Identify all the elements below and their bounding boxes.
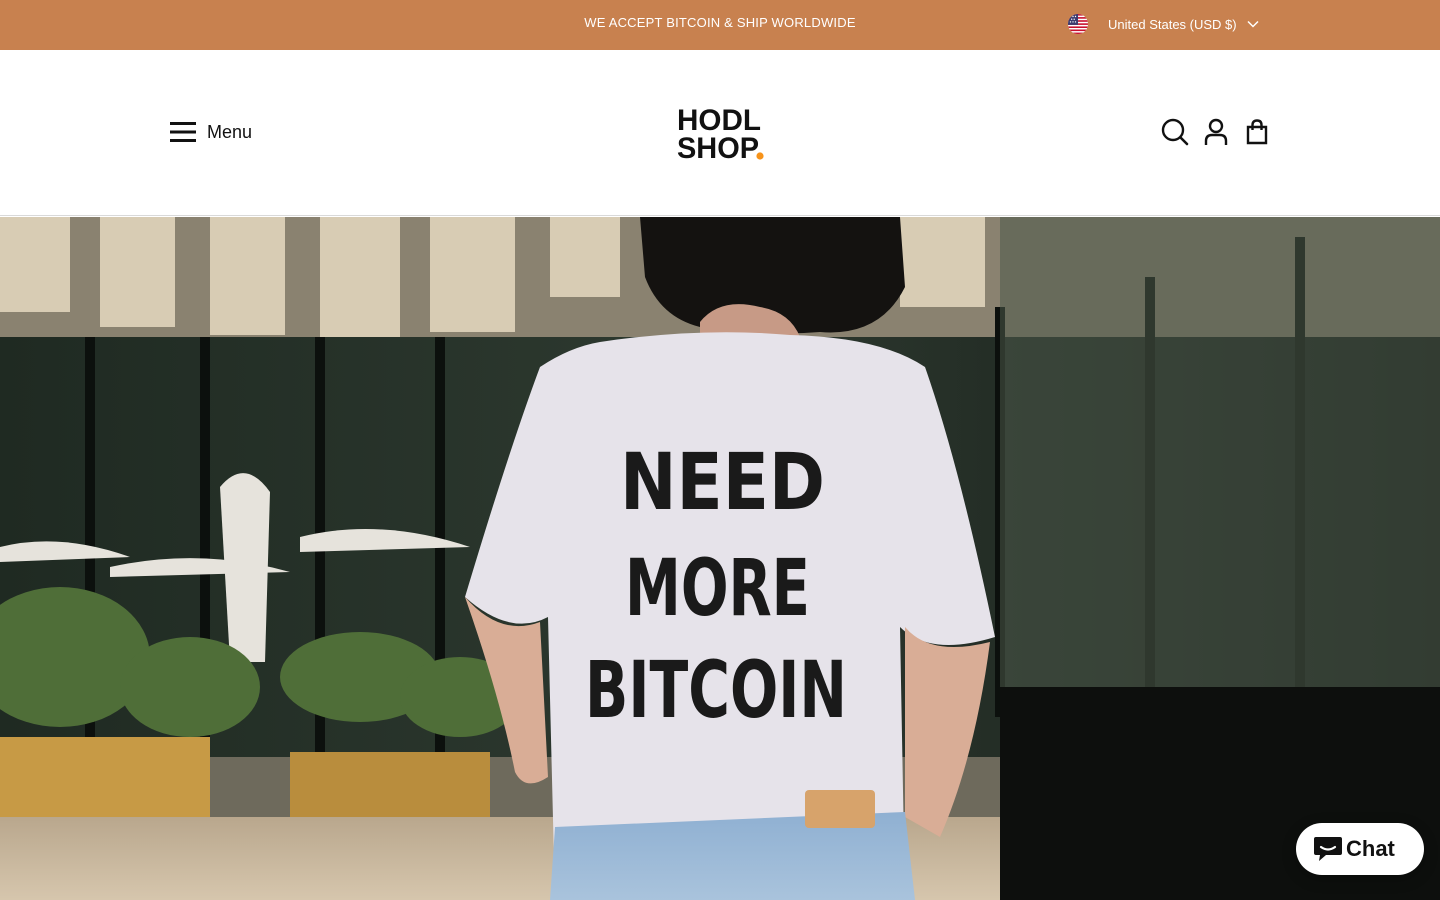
menu-button[interactable]: Menu	[170, 120, 252, 144]
chat-label: Chat	[1346, 836, 1395, 861]
menu-label: Menu	[207, 121, 253, 142]
hero-banner[interactable]: NEED MORE BITCOIN	[0, 217, 1440, 900]
chat-bubble-icon	[1314, 837, 1342, 861]
cart-icon[interactable]	[1242, 117, 1272, 147]
country-label: United States (USD $)	[1108, 16, 1237, 32]
shirt-text-line: MORE	[625, 544, 810, 634]
search-icon[interactable]	[1160, 117, 1190, 147]
svg-text:SHOP: SHOP	[677, 132, 759, 162]
hodl-shop-logo: HODL SHOP	[677, 104, 764, 162]
site-logo[interactable]: HODL SHOP	[676, 104, 766, 162]
country-selector[interactable]: United States (USD $)	[1068, 13, 1260, 35]
shirt-text-line: NEED	[620, 438, 825, 528]
header-icons	[1160, 117, 1272, 147]
announcement-bar: WE ACCEPT BITCOIN & SHIP WORLDWIDE Unite…	[0, 0, 1440, 50]
shirt-text-line: BITCOIN	[585, 646, 847, 736]
account-icon[interactable]	[1201, 117, 1231, 147]
hamburger-icon	[170, 122, 196, 142]
chevron-down-icon	[1247, 20, 1259, 28]
hero-image: NEED MORE BITCOIN	[0, 217, 1440, 900]
chat-button[interactable]: Chat	[1296, 823, 1424, 875]
us-flag-icon	[1068, 14, 1088, 34]
